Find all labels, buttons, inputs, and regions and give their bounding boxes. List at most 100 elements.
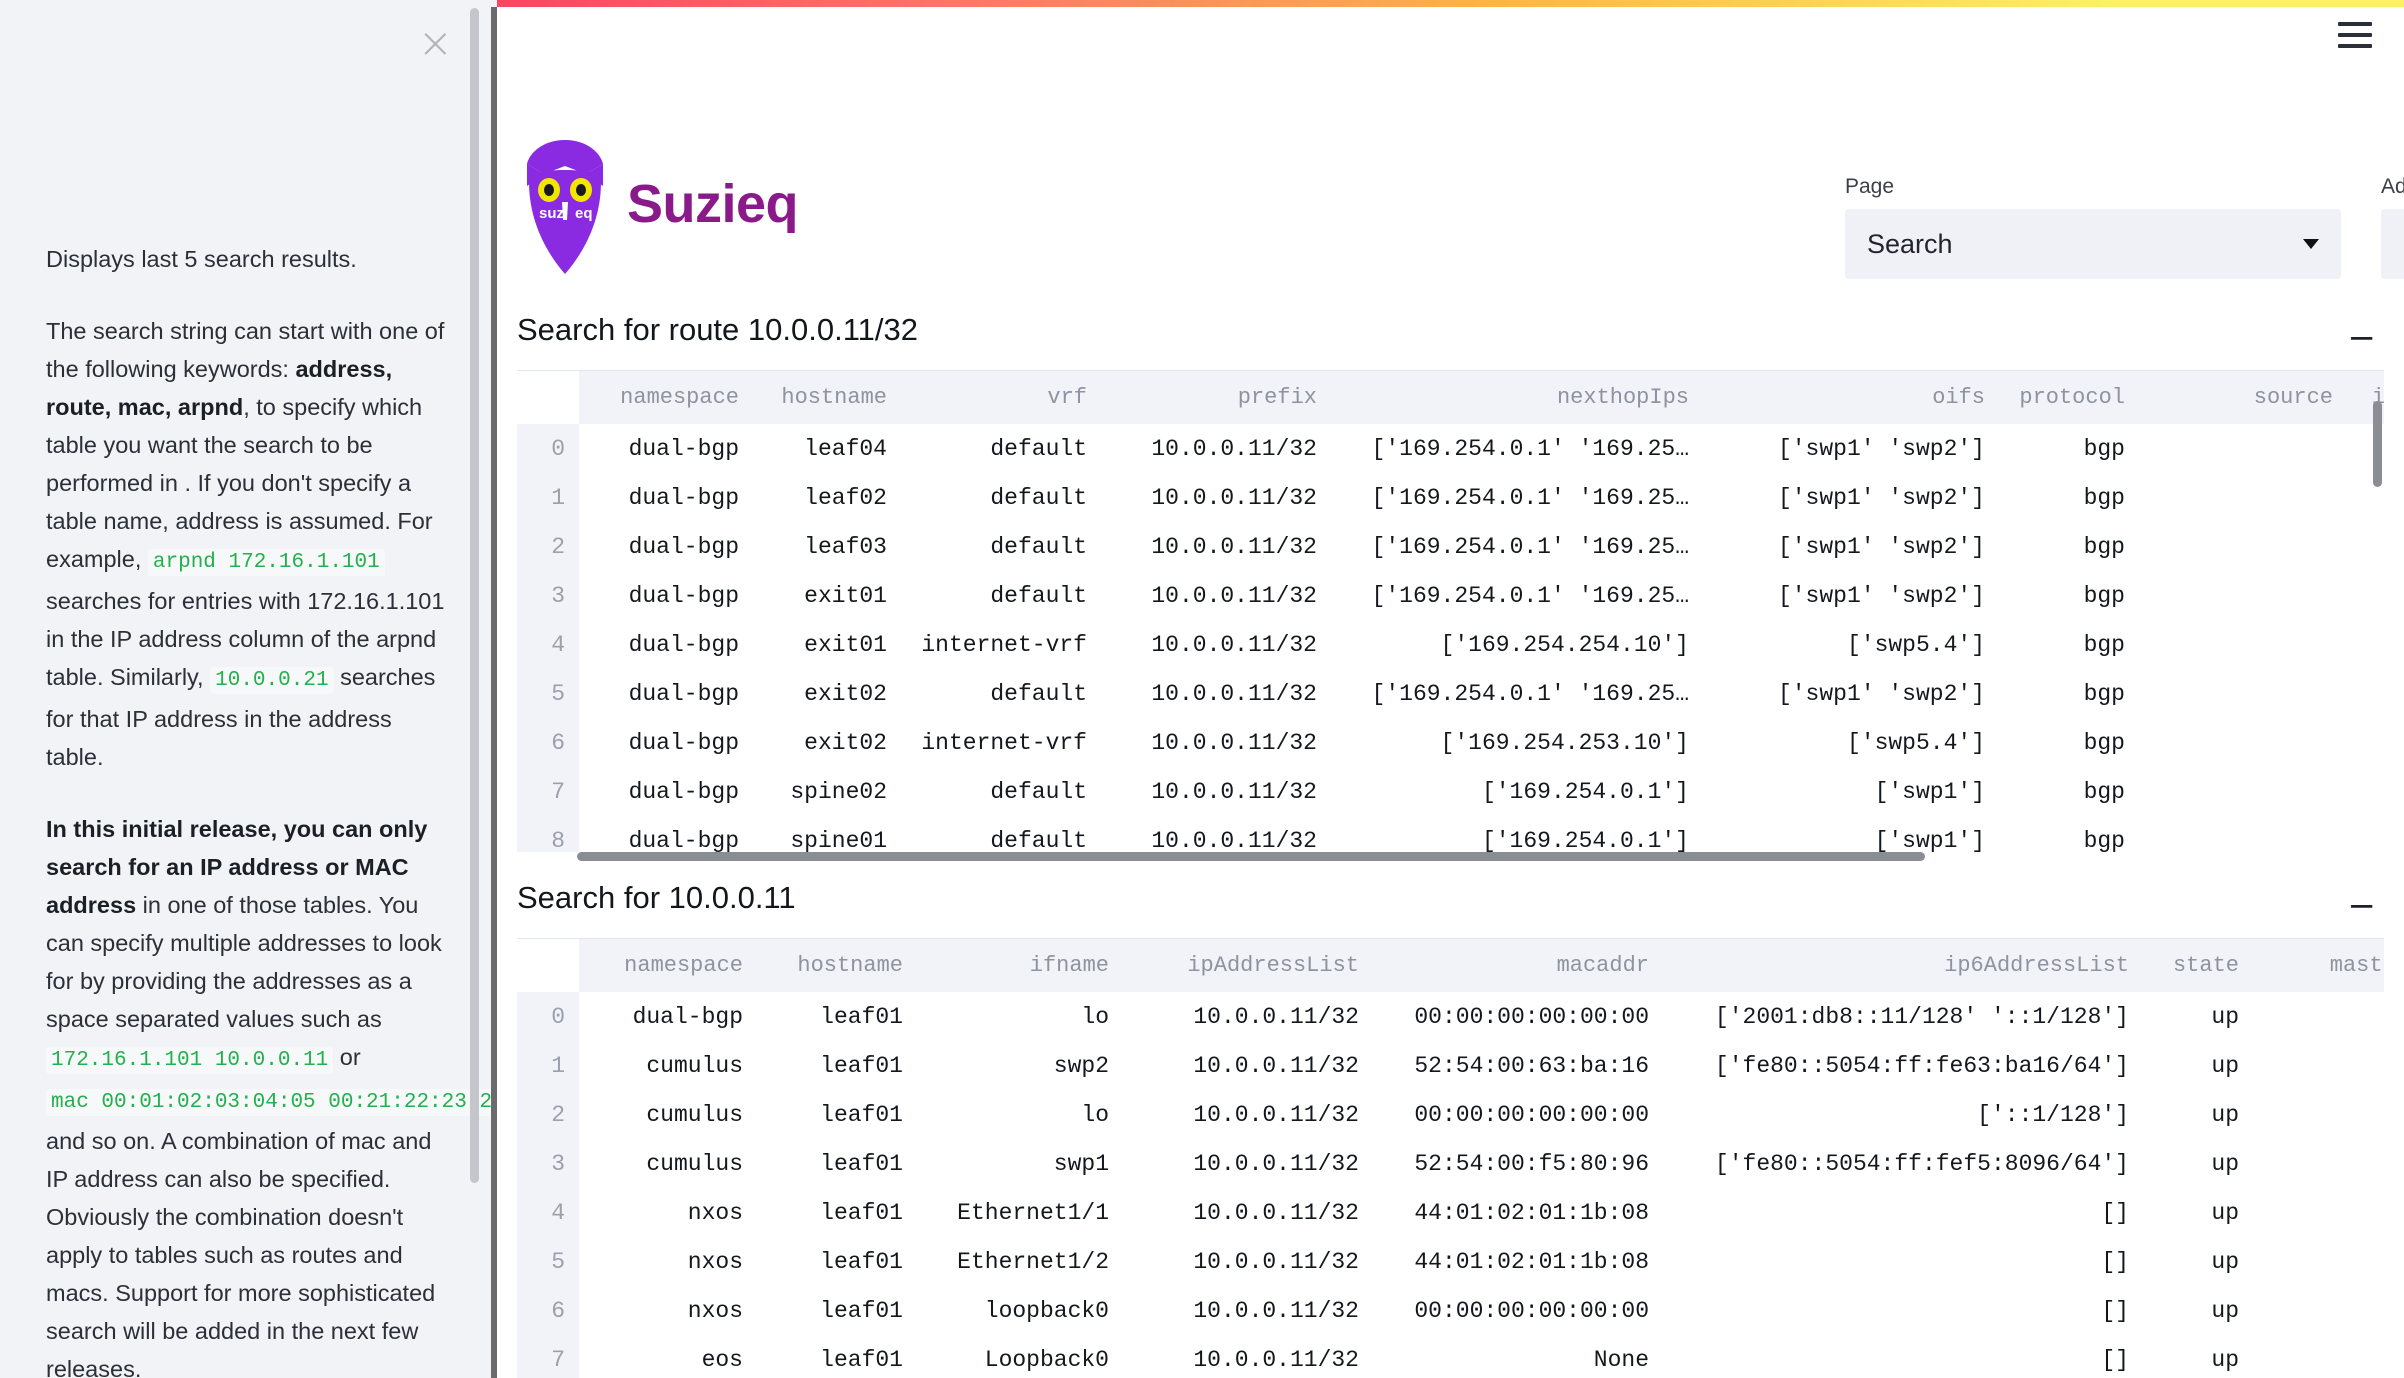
column-header-index[interactable] <box>517 939 579 992</box>
table-row[interactable]: 0 dual-bgp leaf04 default 10.0.0.11/32 ['169.… <box>517 424 2384 473</box>
cell-namespace: dual-bgp <box>628 631 739 658</box>
table-row[interactable]: 6 dual-bgp exit02 internet-vrf 10.0.0.11/32 [… <box>517 718 2384 767</box>
row-index: 3 <box>517 571 579 620</box>
help-paragraph-3: In this initial release, you can only se… <box>46 810 491 1378</box>
cell-namespace: dual-bgp <box>632 1003 743 1030</box>
column-header-index[interactable] <box>517 371 579 424</box>
cell-ipvers: 4 <box>2349 767 2384 816</box>
cell-ipvers: 4 <box>2349 522 2384 571</box>
cell-ipvers: 4 <box>2349 571 2384 620</box>
help-code-multi-ip: 172.16.1.101 10.0.0.11 <box>46 1047 334 1074</box>
row-index: 0 <box>517 424 579 473</box>
route-table-horizontal-scrollbar-thumb[interactable] <box>577 852 1925 861</box>
column-header-prefix[interactable]: prefix <box>1103 371 1333 424</box>
cell-source <box>2141 718 2349 767</box>
collapse-toggle-address[interactable]: − <box>2348 889 2377 923</box>
help-p3-c: or <box>333 1044 361 1070</box>
column-header-oifs[interactable]: oifs <box>1705 371 2001 424</box>
column-header-hostname[interactable]: hostname <box>755 371 903 424</box>
cell-state: up <box>2211 1003 2239 1030</box>
app-root: × Displays last 5 search results. The se… <box>0 0 2404 1378</box>
sidebar-scrollbar-thumb[interactable] <box>470 8 479 1183</box>
table-row[interactable]: 3 cumulus leaf01 swp1 10.0.0.11/32 52:54:00:f… <box>517 1139 2384 1188</box>
table-row[interactable]: 7 dual-bgp spine02 default 10.0.0.11/32 ['169… <box>517 767 2384 816</box>
column-header-nexthopIps[interactable]: nexthopIps <box>1333 371 1705 424</box>
cell-namespace: nxos <box>687 1297 743 1324</box>
column-header-namespace[interactable]: namespace <box>579 939 759 992</box>
cell-namespace: dual-bgp <box>628 435 739 462</box>
table-row[interactable]: 0 dual-bgp leaf01 lo 10.0.0.11/32 00:00:00:00… <box>517 992 2384 1041</box>
route-table-horizontal-scrollbar-track[interactable] <box>517 852 2384 862</box>
cell-state: up <box>2211 1150 2239 1177</box>
cell-master <box>2255 1188 2384 1237</box>
column-header-vrf[interactable]: vrf <box>903 371 1103 424</box>
cell-macaddr: 44:01:02:01:1b:08 <box>1414 1248 1649 1275</box>
cell-macaddr: 52:54:00:f5:80:96 <box>1414 1150 1649 1177</box>
cell-protocol: bgp <box>2083 533 2125 560</box>
column-header-state[interactable]: state <box>2145 939 2255 992</box>
column-header-ipAddressList[interactable]: ipAddressList <box>1125 939 1375 992</box>
cell-ipvers: 4 <box>2349 669 2384 718</box>
cell-vrf: default <box>990 778 1087 805</box>
cell-ifname: swp2 <box>1053 1052 1109 1079</box>
cell-ifname: swp1 <box>1053 1150 1109 1177</box>
cell-master <box>2255 1286 2384 1335</box>
cell-master <box>2255 1237 2384 1286</box>
cell-namespace: dual-bgp <box>628 729 739 756</box>
table-row[interactable]: 5 nxos leaf01 Ethernet1/2 10.0.0.11/32 44:01:… <box>517 1237 2384 1286</box>
help-code-ip-example: 10.0.0.21 <box>210 667 334 694</box>
cell-source <box>2141 669 2349 718</box>
svg-text:suz: suz <box>539 205 564 222</box>
column-header-ip6AddressList[interactable]: ip6AddressList <box>1665 939 2145 992</box>
cell-ipvers: 4 <box>2349 620 2384 669</box>
address-search-input[interactable]: route 10.0.0.11/32 <box>2381 209 2404 279</box>
page-select[interactable]: Search <box>1845 209 2341 279</box>
row-index: 4 <box>517 620 579 669</box>
table-row[interactable]: 2 dual-bgp leaf03 default 10.0.0.11/32 ['169.… <box>517 522 2384 571</box>
route-table-wrapper: namespace hostname vrf prefix nexthopIps oifs… <box>517 370 2384 862</box>
cell-state: up <box>2211 1199 2239 1226</box>
cell-hostname: leaf02 <box>804 484 887 511</box>
cell-protocol: bgp <box>2083 778 2125 805</box>
cell-hostname: leaf01 <box>820 1150 903 1177</box>
cell-oifs: ['swp1'] <box>1874 778 1985 805</box>
cell-nexthopIps: ['169.254.0.1'] <box>1481 778 1689 805</box>
table-row[interactable]: 1 cumulus leaf01 swp2 10.0.0.11/32 52:54:00:6… <box>517 1041 2384 1090</box>
column-header-source[interactable]: source <box>2141 371 2349 424</box>
row-index: 3 <box>517 1139 579 1188</box>
close-icon[interactable]: × <box>418 22 453 64</box>
sidebar-scrollbar-track[interactable] <box>470 0 485 1378</box>
cell-protocol: bgp <box>2083 435 2125 462</box>
search-result-section-route: Search for route 10.0.0.11/32 − namespac… <box>497 312 2404 862</box>
row-index: 7 <box>517 1335 579 1378</box>
cell-master <box>2255 1335 2384 1378</box>
table-row[interactable]: 2 cumulus leaf01 lo 10.0.0.11/32 00:00:00:00:… <box>517 1090 2384 1139</box>
cell-vrf: internet-vrf <box>921 631 1087 658</box>
column-header-ifname[interactable]: ifname <box>919 939 1125 992</box>
column-header-macaddr[interactable]: macaddr <box>1375 939 1665 992</box>
column-header-protocol[interactable]: protocol <box>2001 371 2141 424</box>
column-header-hostname[interactable]: hostname <box>759 939 919 992</box>
collapse-toggle-route[interactable]: − <box>2348 321 2377 355</box>
column-header-namespace[interactable]: namespace <box>579 371 755 424</box>
cell-namespace: dual-bgp <box>628 680 739 707</box>
route-results-table: namespace hostname vrf prefix nexthopIps oifs… <box>517 371 2384 862</box>
cell-hostname: leaf01 <box>820 1052 903 1079</box>
row-index: 1 <box>517 1041 579 1090</box>
table-row[interactable]: 4 dual-bgp exit01 internet-vrf 10.0.0.11/32 [… <box>517 620 2384 669</box>
cell-ipAddressList: 10.0.0.11/32 <box>1193 1150 1359 1177</box>
table-row[interactable]: 5 dual-bgp exit02 default 10.0.0.11/32 ['169.… <box>517 669 2384 718</box>
cell-hostname: leaf01 <box>820 1199 903 1226</box>
cell-vrf: default <box>990 435 1087 462</box>
route-table-vertical-scrollbar[interactable] <box>2373 401 2382 487</box>
cell-oifs: ['swp1' 'swp2'] <box>1777 582 1985 609</box>
table-row[interactable]: 4 nxos leaf01 Ethernet1/1 10.0.0.11/32 44:01:… <box>517 1188 2384 1237</box>
column-header-master[interactable]: master <box>2255 939 2384 992</box>
cell-ip6AddressList: [] <box>2101 1346 2129 1373</box>
table-row[interactable]: 6 nxos leaf01 loopback0 10.0.0.11/32 00:00:00… <box>517 1286 2384 1335</box>
cell-state: up <box>2211 1101 2239 1128</box>
table-row[interactable]: 3 dual-bgp exit01 default 10.0.0.11/32 ['169.… <box>517 571 2384 620</box>
cell-hostname: exit01 <box>804 631 887 658</box>
table-row[interactable]: 7eosleaf01Loopback010.0.0.11/32None[]upN… <box>517 1335 2384 1378</box>
table-row[interactable]: 1 dual-bgp leaf02 default 10.0.0.11/32 ['169.… <box>517 473 2384 522</box>
